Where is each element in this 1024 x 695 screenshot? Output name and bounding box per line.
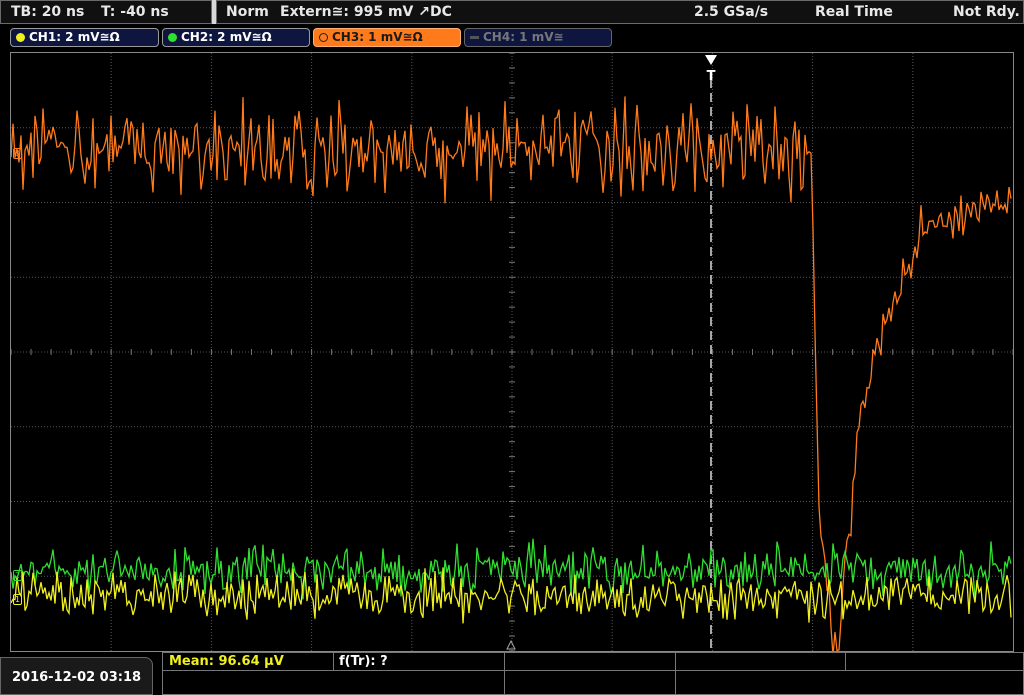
channel-4-label: CH4: 1 mV≅ <box>483 30 564 44</box>
waveform-canvas: T <box>10 52 1014 656</box>
acquisition-mode: Real Time <box>815 4 893 20</box>
channel-1-label: CH1: 2 mV≅Ω <box>29 30 120 44</box>
trigger-source: Extern≅: 995 mV ↗DC <box>280 4 452 20</box>
channel-2-offset-marker[interactable]: 2 <box>13 570 22 581</box>
acquisition-status: Not Rdy. <box>953 4 1020 20</box>
channel-1-button[interactable]: CH1: 2 mV≅Ω <box>10 28 159 47</box>
channel-2-button[interactable]: CH2: 2 mV≅Ω <box>162 28 310 47</box>
channel-4-button[interactable]: CH4: 1 mV≅ <box>464 28 612 47</box>
channel-1-offset-marker[interactable]: 1 <box>13 594 22 605</box>
trigger-offset-readout: T: -40 ns <box>101 4 169 20</box>
channel-2-indicator-icon <box>168 33 177 42</box>
channel-3-button[interactable]: CH3: 1 mV≅Ω <box>313 28 461 47</box>
channel-3-label: CH3: 1 mV≅Ω <box>332 30 423 44</box>
channel-3-offset-marker[interactable]: 3 <box>13 148 22 159</box>
trigger-mode: Norm <box>226 4 269 20</box>
channel-1-indicator-icon <box>16 33 25 42</box>
timebase-readout: TB: 20 ns <box>11 4 85 20</box>
top-status-bar: TB: 20 ns T: -40 ns Norm Extern≅: 995 mV… <box>0 0 1024 24</box>
channel-2-trace <box>10 538 1012 600</box>
measurement-panel[interactable]: Mean: 96.64 µV f(Tr): ? <box>162 652 1024 695</box>
graticule-grid <box>10 52 1014 652</box>
trigger-position-marker-icon[interactable] <box>705 55 717 65</box>
sample-rate: 2.5 GSa/s <box>694 4 769 20</box>
mean-measurement: Mean: 96.64 µV <box>169 654 284 669</box>
channel-3-indicator-icon <box>319 33 328 42</box>
datetime-panel: 2016-12-02 03:18 <box>0 657 153 695</box>
datetime-readout: 2016-12-02 03:18 <box>12 670 142 685</box>
channel-2-label: CH2: 2 mV≅Ω <box>181 30 272 44</box>
trigger-frequency-measurement: f(Tr): ? <box>339 654 388 669</box>
trigger-acquisition-panel[interactable]: Norm Extern≅: 995 mV ↗DC 2.5 GSa/s Real … <box>216 0 1024 24</box>
timebase-panel[interactable]: TB: 20 ns T: -40 ns <box>0 0 212 24</box>
trigger-marker-label: T <box>707 69 716 84</box>
horizontal-reference-marker-icon <box>506 639 516 650</box>
waveform-display[interactable]: T 3 2 1 <box>10 52 1014 656</box>
channel-4-indicator-icon <box>470 36 479 39</box>
